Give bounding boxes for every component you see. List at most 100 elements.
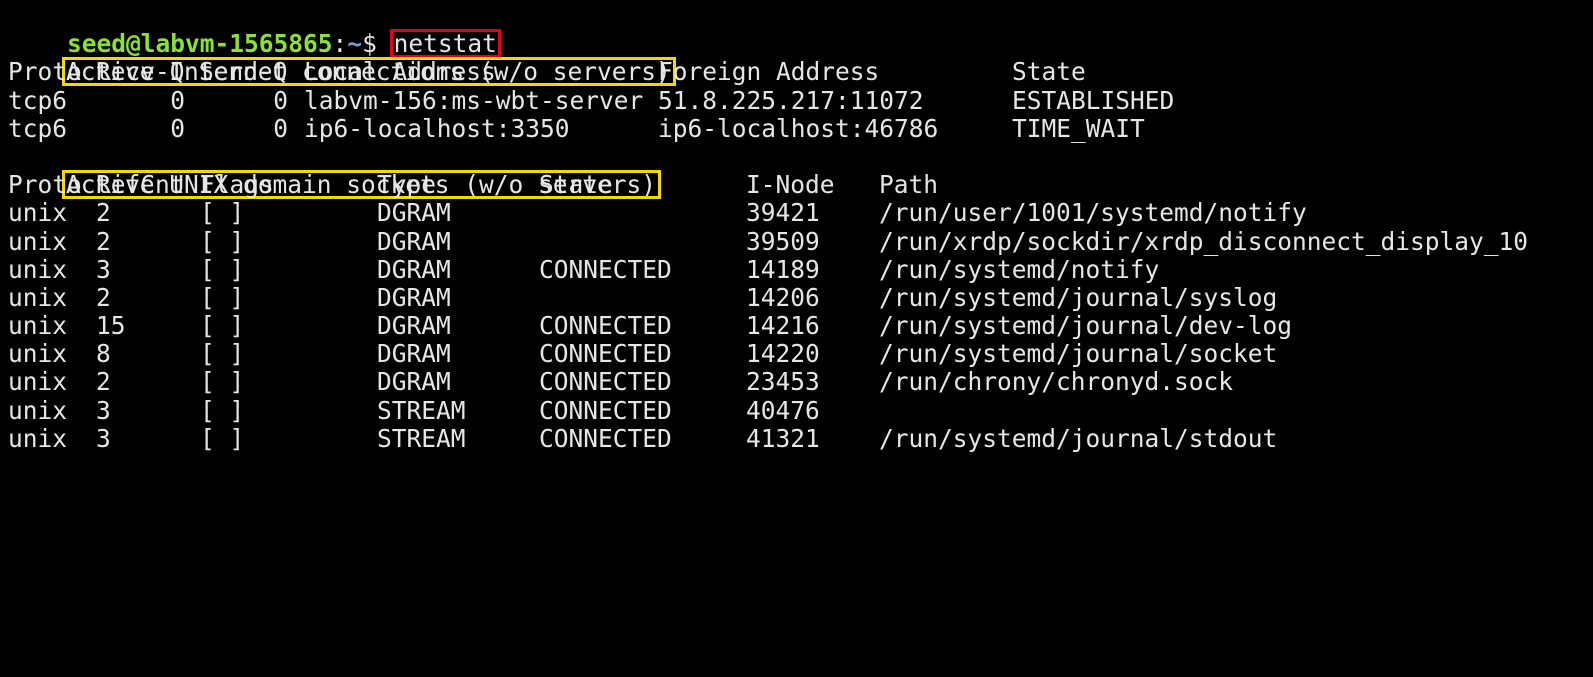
unix-row: unix 2 [ ] DGRAM CONNECTED 23453 /run/ch…	[8, 368, 1593, 396]
inet-sendq: 0	[273, 113, 288, 143]
unix-proto: unix	[8, 339, 68, 369]
unix-proto: unix	[8, 395, 68, 425]
inet-col-sendq: Send-Q	[199, 57, 288, 87]
unix-type: DGRAM	[377, 311, 451, 341]
inet-sendq: 0	[273, 85, 288, 115]
unix-path: /run/xrdp/sockdir/xrdp_disconnect_displa…	[879, 226, 1529, 256]
unix-proto: unix	[8, 367, 68, 397]
unix-flags: [ ]	[200, 198, 245, 228]
unix-refcnt: 15	[96, 311, 126, 341]
inet-proto: tcp6	[8, 85, 68, 115]
unix-row: unix 3 [ ] DGRAM CONNECTED 14189 /run/sy…	[8, 254, 1593, 284]
unix-state: CONNECTED	[539, 395, 672, 425]
inet-col-recvq: Recv-Q	[96, 57, 185, 87]
unix-path: /run/systemd/journal/syslog	[879, 282, 1278, 312]
prompt-line: seed@labvm-1565865:~$ netstat	[8, 2, 1593, 58]
unix-proto: unix	[8, 282, 68, 312]
inet-col-local: Local Address	[304, 57, 496, 87]
unix-state: CONNECTED	[539, 339, 672, 369]
unix-row: unix 3 [ ] STREAM CONNECTED 40476	[8, 395, 1593, 425]
unix-row: unix 2 [ ] DGRAM 39509 /run/xrdp/sockdir…	[8, 226, 1593, 256]
unix-refcnt: 2	[96, 367, 111, 397]
unix-type: DGRAM	[377, 367, 451, 397]
unix-path: /run/chrony/chronyd.sock	[879, 367, 1234, 397]
inet-recvq: 0	[170, 85, 185, 115]
inet-recvq: 0	[170, 113, 185, 143]
unix-col-inode: I-Node	[746, 170, 835, 200]
unix-row: unix 2 [ ] DGRAM 14206 /run/systemd/jour…	[8, 282, 1593, 312]
terminal-window[interactable]: seed@labvm-1565865:~$ netstat Active Int…	[8, 2, 1593, 453]
inet-proto: tcp6	[8, 113, 68, 143]
inet-col-proto: Proto	[8, 57, 82, 87]
unix-refcnt: 2	[96, 282, 111, 312]
unix-heading-line: Active UNIX domain sockets (w/o servers)	[8, 143, 1593, 199]
unix-flags: [ ]	[200, 395, 245, 425]
inet-foreign-address: 51.8.225.217:11072	[658, 85, 924, 115]
inet-foreign-address: ip6-localhost:46786	[658, 113, 939, 143]
unix-state: CONNECTED	[539, 423, 672, 453]
unix-path: /run/systemd/journal/socket	[879, 339, 1278, 369]
inet-row: tcp6 0 0 ip6-localhost:3350 ip6-localhos…	[8, 113, 1593, 143]
unix-flags: [ ]	[200, 339, 245, 369]
unix-refcnt: 3	[96, 254, 111, 284]
unix-flags: [ ]	[200, 423, 245, 453]
unix-col-refcnt: RefCnt	[96, 170, 185, 200]
unix-type: DGRAM	[377, 254, 451, 284]
unix-proto: unix	[8, 254, 68, 284]
inet-heading-line: Active Internet connections (w/o servers…	[8, 30, 1593, 87]
unix-col-state: State	[539, 170, 613, 200]
unix-path: /run/user/1001/systemd/notify	[879, 198, 1307, 228]
unix-refcnt: 2	[96, 198, 111, 228]
unix-col-path: Path	[879, 170, 939, 200]
unix-row: unix 15 [ ] DGRAM CONNECTED 14216 /run/s…	[8, 312, 1593, 340]
unix-type: STREAM	[377, 395, 466, 425]
unix-type: STREAM	[377, 423, 466, 453]
unix-type: DGRAM	[377, 339, 451, 369]
unix-flags: [ ]	[200, 311, 245, 341]
unix-state: CONNECTED	[539, 367, 672, 397]
unix-proto: unix	[8, 226, 68, 256]
unix-type: DGRAM	[377, 282, 451, 312]
inet-col-foreign: Foreign Address	[658, 57, 880, 87]
unix-row: unix 8 [ ] DGRAM CONNECTED 14220 /run/sy…	[8, 340, 1593, 368]
unix-proto: unix	[8, 423, 68, 453]
unix-refcnt: 8	[96, 339, 111, 369]
unix-flags: [ ]	[200, 254, 245, 284]
unix-path: /run/systemd/journal/dev-log	[879, 311, 1293, 341]
unix-inode: 23453	[746, 367, 820, 397]
unix-header-row: Proto RefCnt Flags Type State I-Node Pat…	[8, 171, 1593, 199]
inet-row: tcp6 0 0 labvm-156:ms-wbt-server 51.8.22…	[8, 85, 1593, 115]
unix-inode: 14189	[746, 254, 820, 284]
unix-inode: 41321	[746, 423, 820, 453]
unix-inode: 14220	[746, 339, 820, 369]
unix-type: DGRAM	[377, 226, 451, 256]
unix-proto: unix	[8, 198, 68, 228]
unix-inode: 40476	[746, 395, 820, 425]
unix-type: DGRAM	[377, 198, 451, 228]
unix-flags: [ ]	[200, 282, 245, 312]
unix-inode: 14206	[746, 282, 820, 312]
unix-state: CONNECTED	[539, 311, 672, 341]
inet-local-address: labvm-156:ms-wbt-server	[304, 85, 644, 115]
unix-row: unix 3 [ ] STREAM CONNECTED 41321 /run/s…	[8, 423, 1593, 453]
unix-state: CONNECTED	[539, 254, 672, 284]
unix-path: /run/systemd/journal/stdout	[879, 423, 1278, 453]
unix-refcnt: 3	[96, 395, 111, 425]
unix-inode: 14216	[746, 311, 820, 341]
unix-col-flags: Flags	[200, 170, 274, 200]
unix-refcnt: 3	[96, 423, 111, 453]
unix-row: unix 2 [ ] DGRAM 39421 /run/user/1001/sy…	[8, 199, 1593, 227]
unix-inode: 39509	[746, 226, 820, 256]
inet-col-state: State	[1012, 57, 1086, 87]
unix-path: /run/systemd/notify	[879, 254, 1160, 284]
unix-inode: 39421	[746, 198, 820, 228]
inet-header-row: Proto Recv-Q Send-Q Local Address Foreig…	[8, 58, 1593, 86]
unix-flags: [ ]	[200, 367, 245, 397]
inet-state: TIME_WAIT	[1012, 113, 1145, 143]
unix-flags: [ ]	[200, 226, 245, 256]
inet-state: ESTABLISHED	[1012, 85, 1175, 115]
unix-refcnt: 2	[96, 226, 111, 256]
unix-col-type: Type	[377, 170, 437, 200]
unix-proto: unix	[8, 311, 68, 341]
unix-col-proto: Proto	[8, 170, 82, 200]
